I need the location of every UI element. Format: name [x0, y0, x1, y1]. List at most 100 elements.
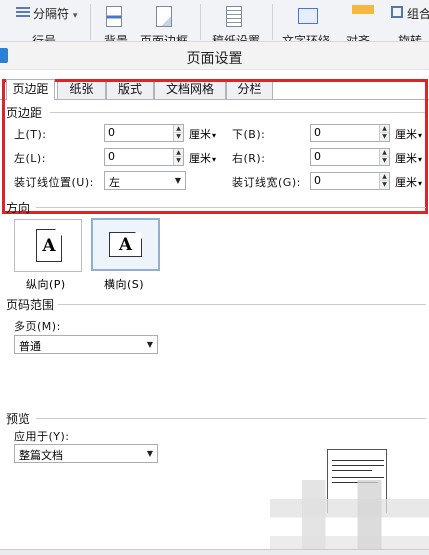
group-button[interactable]: 组合: [407, 5, 429, 22]
dialog-titlebar: 页面设置: [0, 42, 429, 70]
spin-up-icon[interactable]: ▲: [380, 125, 389, 133]
group-divider: [50, 112, 426, 113]
landscape-option[interactable]: A: [91, 218, 160, 271]
multi-page-select[interactable]: 普通 ▼: [14, 335, 158, 354]
dropdown-arrow-icon: ▼: [146, 449, 153, 458]
spin-buttons: ▲ ▼: [173, 149, 183, 165]
align-button[interactable]: 对齐: [346, 32, 370, 41]
preview-line: [332, 460, 384, 461]
spin-up-icon[interactable]: ▲: [174, 125, 183, 133]
tab-underline: [0, 99, 429, 100]
unit-label: 厘米: [189, 128, 211, 141]
chevron-down-icon: ▾: [212, 155, 217, 164]
tab-strip: 页边距 纸张 版式 文档网格 分栏: [0, 79, 429, 100]
tab-paper[interactable]: 纸张: [57, 79, 106, 99]
unit-label: 厘米: [189, 152, 211, 165]
landscape-page-icon: A: [109, 232, 142, 257]
portrait-page-icon: A: [36, 229, 62, 262]
gutter-position-label: 装订线位置(U):: [14, 176, 94, 189]
spin-buttons: ▲ ▼: [379, 149, 389, 165]
unit-label: 厘米: [395, 176, 417, 189]
gutter-width-unit[interactable]: 厘米▾: [395, 174, 422, 190]
group-divider: [58, 304, 426, 305]
landscape-letter: A: [118, 234, 133, 255]
ribbon-toolbar: 分隔符 ▾ 行号 背景 页面边框 稿纸设置 文字环绕 对齐 组合 旋转: [0, 0, 429, 42]
spin-down-icon[interactable]: ▼: [380, 133, 389, 141]
gutter-position-value: 左: [109, 176, 120, 189]
dialog-bottom-edge: [0, 549, 429, 555]
spin-up-icon[interactable]: ▲: [174, 149, 183, 157]
portrait-option[interactable]: A: [14, 219, 82, 272]
left-margin-value[interactable]: 0: [108, 150, 115, 163]
top-margin-label: 上(T):: [14, 128, 47, 141]
left-margin-unit[interactable]: 厘米▾: [189, 150, 216, 166]
right-margin-label: 右(R):: [232, 152, 266, 165]
apply-to-label: 应用于(Y):: [14, 430, 70, 443]
unit-label: 厘米: [395, 128, 417, 141]
bottom-margin-value[interactable]: 0: [314, 126, 321, 139]
spin-up-icon[interactable]: ▲: [380, 149, 389, 157]
spin-down-icon[interactable]: ▼: [380, 181, 389, 189]
spin-down-icon[interactable]: ▼: [174, 133, 183, 141]
gutter-position-select[interactable]: 左 ▼: [104, 171, 186, 190]
page-border-button[interactable]: 页面边框: [140, 32, 188, 41]
unit-label: 厘米: [395, 152, 417, 165]
spin-down-icon[interactable]: ▼: [380, 157, 389, 165]
manuscript-icon: [226, 6, 242, 27]
right-margin-unit[interactable]: 厘米▾: [395, 150, 422, 166]
portrait-letter: A: [42, 235, 56, 256]
orientation-group-title: 方向: [6, 201, 31, 215]
bottom-margin-unit[interactable]: 厘米▾: [395, 126, 422, 142]
preview-line: [332, 477, 384, 478]
right-margin-value[interactable]: 0: [314, 150, 321, 163]
left-margin-stepper[interactable]: 0 ▲ ▼: [104, 148, 184, 166]
landscape-label[interactable]: 横向(S): [104, 276, 144, 292]
group-divider: [36, 207, 426, 208]
dropdown-arrow-icon: ▼: [146, 340, 153, 349]
dropdown-arrow-icon: ▼: [174, 176, 181, 185]
right-margin-stepper[interactable]: 0 ▲ ▼: [310, 148, 390, 166]
spin-down-icon[interactable]: ▼: [174, 157, 183, 165]
apply-to-value: 整篇文档: [19, 449, 63, 462]
chevron-down-icon: ▾: [418, 131, 423, 140]
portrait-label[interactable]: 纵向(P): [26, 276, 66, 292]
left-margin-label: 左(L):: [14, 152, 46, 165]
spin-up-icon[interactable]: ▲: [380, 173, 389, 181]
tab-margins[interactable]: 页边距: [6, 79, 55, 100]
align-icon: [352, 5, 374, 23]
group-divider: [36, 418, 426, 419]
manuscript-settings-button[interactable]: 稿纸设置: [212, 32, 260, 41]
page-break-label: 分隔符: [33, 7, 70, 21]
gutter-width-stepper[interactable]: 0 ▲ ▼: [310, 172, 390, 190]
preview-group-title: 预览: [6, 412, 31, 426]
dialog-title: 页面设置: [186, 51, 243, 67]
chevron-down-icon: ▾: [212, 131, 217, 140]
gutter-width-label: 装订线宽(G):: [232, 176, 301, 189]
spin-buttons: ▲ ▼: [379, 173, 389, 189]
chevron-down-icon: ▾: [418, 179, 423, 188]
line-number-button[interactable]: 行号: [32, 32, 56, 41]
text-wrap-button[interactable]: 文字环绕: [282, 32, 330, 41]
top-margin-unit[interactable]: 厘米▾: [189, 126, 216, 142]
bottom-margin-stepper[interactable]: 0 ▲ ▼: [310, 124, 390, 142]
spin-buttons: ▲ ▼: [173, 125, 183, 141]
chevron-down-icon: ▾: [72, 11, 78, 21]
background-icon: [106, 6, 122, 27]
tab-document-grid[interactable]: 文档网格: [154, 79, 226, 99]
top-margin-stepper[interactable]: 0 ▲ ▼: [104, 124, 184, 142]
preview-line: [332, 465, 384, 466]
tab-layout[interactable]: 版式: [106, 79, 154, 99]
top-margin-value[interactable]: 0: [108, 126, 115, 139]
margins-group-title: 页边距: [6, 106, 43, 120]
ribbon-divider: [90, 4, 91, 40]
page-border-icon: [156, 6, 172, 27]
ribbon-divider: [272, 4, 273, 40]
tab-columns[interactable]: 分栏: [226, 79, 273, 99]
page-break-button[interactable]: 分隔符 ▾: [33, 5, 77, 22]
apply-to-select[interactable]: 整篇文档 ▼: [14, 444, 158, 463]
chevron-down-icon: ▾: [418, 155, 423, 164]
gutter-width-value[interactable]: 0: [314, 174, 321, 187]
rotate-button[interactable]: 旋转: [398, 32, 422, 41]
multi-page-value: 普通: [19, 340, 41, 353]
background-button[interactable]: 背景: [104, 32, 128, 41]
